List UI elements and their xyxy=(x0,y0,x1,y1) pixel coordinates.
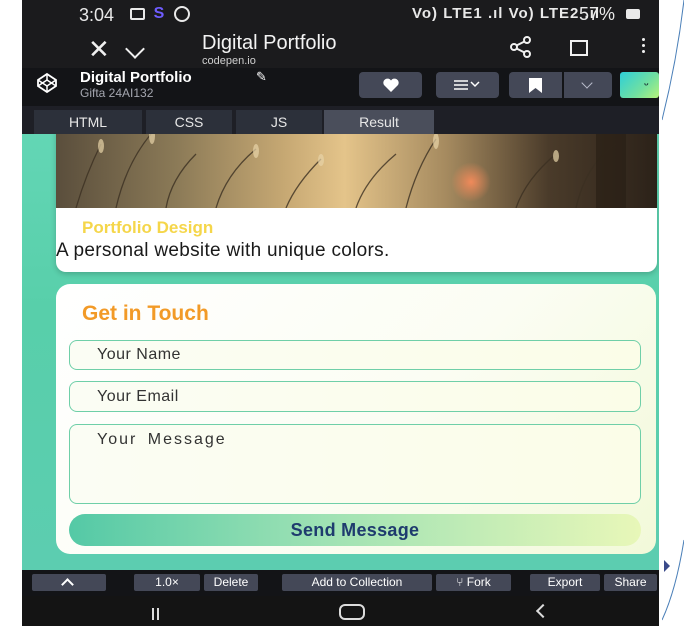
network-signal-icons: Vo) LTE1 .ıl Vo) LTE2 .ıl xyxy=(412,5,601,22)
contact-title: Get in Touch xyxy=(82,302,209,325)
system-nav-bar xyxy=(22,596,659,626)
gallery-notification-icon xyxy=(130,8,145,20)
app-notification-icon: S xyxy=(153,5,165,22)
browser-page-title: Digital Portfolio xyxy=(202,32,337,54)
codepen-header: Digital Portfolio ✎ Gifta 24AI132 ᵕ xyxy=(22,68,659,106)
project-image xyxy=(56,134,657,208)
user-avatar[interactable]: ᵕ xyxy=(620,72,659,98)
chevron-down-icon[interactable] xyxy=(125,39,145,59)
smile-face-icon: ᵕ xyxy=(644,79,649,91)
codepen-logo-icon[interactable] xyxy=(36,72,58,94)
zoom-button[interactable]: 1.0× xyxy=(134,574,200,591)
save-bookmark-icon xyxy=(529,78,542,93)
editor-tabs: HTML CSS JS Result xyxy=(22,106,659,134)
share-icon[interactable] xyxy=(510,36,532,58)
email-input[interactable]: Your Email xyxy=(69,381,641,412)
project-card-title: Portfolio Design xyxy=(82,218,214,237)
love-button[interactable] xyxy=(359,72,422,98)
fork-label: Fork xyxy=(466,575,491,589)
expand-console-button[interactable] xyxy=(32,574,106,591)
status-bar: 3:04 S Vo) LTE1 .ıl Vo) LTE2 .ıl 57% xyxy=(22,0,659,30)
browser-toolbar: ✕ Digital Portfolio codepen.io xyxy=(22,30,659,68)
status-time: 3:04 xyxy=(79,5,115,25)
back-icon[interactable] xyxy=(535,603,551,619)
lens-flare xyxy=(451,162,491,202)
codepen-bottom-bar: 1.0× Delete Add to Collection ⑂ Fork Exp… xyxy=(22,570,659,596)
chevron-up-icon xyxy=(61,578,74,591)
tab-html[interactable]: HTML xyxy=(34,110,142,134)
tab-js[interactable]: JS xyxy=(236,110,322,134)
home-icon[interactable] xyxy=(339,604,365,620)
result-preview: Portfolio Design A personal website with… xyxy=(22,134,659,570)
edit-pencil-icon[interactable]: ✎ xyxy=(256,69,267,85)
message-textarea[interactable]: Your Message xyxy=(69,424,641,504)
tab-result[interactable]: Result xyxy=(324,110,434,134)
project-card: Portfolio Design A personal website with… xyxy=(56,134,657,272)
heart-icon xyxy=(383,78,399,92)
chevron-down-icon xyxy=(581,77,593,89)
fork-icon: ⑂ xyxy=(456,575,464,589)
save-options-button[interactable] xyxy=(564,72,612,98)
name-input[interactable]: Your Name xyxy=(69,340,641,370)
export-button[interactable]: Export xyxy=(530,574,600,591)
recent-apps-icon[interactable] xyxy=(152,607,166,620)
project-card-description: A personal website with unique colors. xyxy=(56,240,390,261)
more-options-icon[interactable] xyxy=(642,38,646,56)
save-button[interactable] xyxy=(509,72,562,98)
pen-author[interactable]: Gifta 24AI132 xyxy=(80,86,153,100)
share-button[interactable]: Share xyxy=(604,574,657,591)
tab-css[interactable]: CSS xyxy=(146,110,232,134)
send-message-button[interactable]: Send Message xyxy=(69,514,641,546)
phone-screen: 3:04 S Vo) LTE1 .ıl Vo) LTE2 .ıl 57% ✕ D… xyxy=(22,0,659,626)
whatsapp-notification-icon xyxy=(174,6,190,22)
grass-silhouette-image xyxy=(75,134,626,208)
delete-button[interactable]: Delete xyxy=(204,574,258,591)
battery-percentage: 57% xyxy=(579,4,616,24)
battery-icon xyxy=(626,9,640,19)
decorative-edge-line xyxy=(662,0,684,621)
change-view-button[interactable] xyxy=(436,72,499,98)
browser-host: codepen.io xyxy=(202,55,256,67)
layout-icon xyxy=(454,80,480,90)
contact-card: Get in Touch Your Name Your Email Your M… xyxy=(56,284,656,554)
pen-title[interactable]: Digital Portfolio xyxy=(80,69,192,86)
close-icon[interactable]: ✕ xyxy=(88,34,110,65)
bookmark-icon[interactable] xyxy=(570,40,588,56)
add-to-collection-button[interactable]: Add to Collection xyxy=(282,574,432,591)
fork-button[interactable]: ⑂ Fork xyxy=(436,574,511,591)
